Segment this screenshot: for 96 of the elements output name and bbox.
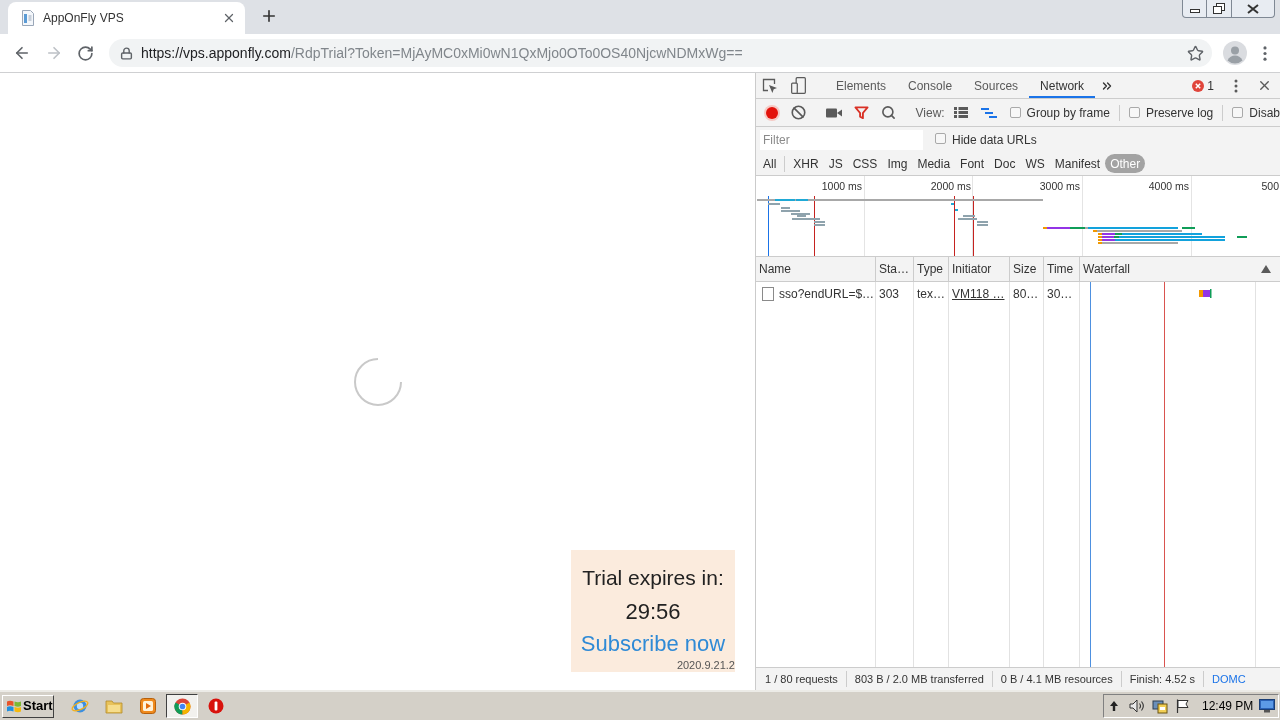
status-text: Finish: 4.52 s (1128, 671, 1197, 687)
avatar-icon[interactable] (1223, 41, 1247, 65)
error-icon[interactable] (1192, 79, 1205, 92)
type-filter[interactable]: Media (912, 154, 956, 173)
initiator-link[interactable]: VM118 … (952, 284, 1005, 303)
type-filter[interactable]: Doc (989, 154, 1021, 173)
devtools-tab[interactable]: Console (897, 73, 964, 98)
checkbox[interactable] (1009, 107, 1021, 118)
show-desktop-icon[interactable] (1259, 699, 1275, 713)
document-icon (762, 286, 774, 301)
option-label[interactable]: Preserve log (1145, 103, 1214, 122)
column-header[interactable]: Sta… (876, 257, 914, 281)
devtools-tab[interactable]: Sources (963, 73, 1030, 98)
request-bar (1199, 289, 1212, 298)
list-view-icon[interactable] (954, 107, 969, 118)
option-label[interactable]: Group by frame (1026, 103, 1110, 122)
new-tab-icon[interactable] (260, 7, 278, 25)
status-text: 803 B / 2.0 MB transferred (853, 671, 985, 687)
search-icon[interactable] (881, 105, 897, 120)
filter-icon[interactable] (854, 105, 870, 120)
view-label: View: (915, 104, 945, 122)
windows-flag-icon (6, 699, 22, 713)
status-text: DOMC (1211, 671, 1247, 687)
inspect-icon[interactable] (762, 77, 778, 94)
type-filter[interactable]: JS (823, 154, 848, 173)
status-text: 0 B / 4.1 MB resources (999, 671, 1114, 687)
type-filter[interactable]: WS (1020, 154, 1050, 173)
browser-icon[interactable] (173, 697, 191, 715)
countdown-text: 29:56 (625, 598, 681, 626)
error-count[interactable]: 1 (1207, 76, 1214, 95)
tick-label: 3000 ms (1039, 180, 1080, 192)
table-cell: 80… (1010, 282, 1044, 305)
page-icon (20, 10, 36, 26)
close-tab-icon[interactable] (222, 11, 236, 25)
media-player-icon[interactable] (140, 698, 156, 714)
trial-label: Trial expires in: (582, 565, 724, 591)
reload-icon[interactable] (77, 44, 94, 62)
tick-label: 2000 ms (930, 180, 971, 192)
type-filter[interactable]: Img (882, 154, 913, 173)
checkbox[interactable] (1128, 107, 1140, 118)
sort-icon (1261, 265, 1271, 273)
column-header[interactable]: Size (1010, 257, 1044, 281)
action-center-flag-icon[interactable] (1176, 699, 1190, 713)
speaker-icon[interactable] (1129, 699, 1145, 713)
browser-tab[interactable]: AppOnFly VPS (8, 2, 245, 34)
record-icon[interactable] (763, 104, 780, 121)
address-field[interactable]: https://vps.apponfly.com/RdpTrial?Token=MjAyMC0xMi0wN1QxMjo0OTo0OS40NjcwNDMxWg== (109, 39, 1212, 67)
taskbar-app-button[interactable] (166, 694, 198, 718)
waterfall-icon[interactable] (980, 107, 997, 118)
status-text: 1 / 80 requests (764, 671, 839, 687)
network-icon[interactable] (1152, 698, 1168, 714)
device-icon[interactable] (790, 77, 806, 94)
more-options-icon[interactable] (1234, 78, 1238, 93)
stop-icon[interactable] (208, 698, 224, 714)
start-button[interactable]: Start (2, 694, 54, 718)
type-filter[interactable]: XHR (788, 154, 824, 173)
tick-label: 4000 ms (1148, 180, 1189, 192)
minimize-icon (1189, 9, 1200, 13)
type-filter[interactable]: Manifest (1049, 154, 1106, 173)
type-filter[interactable]: Font (955, 154, 990, 173)
restore-icon (1213, 3, 1225, 14)
close-icon (1247, 3, 1259, 14)
request-name[interactable]: sso?endURL=$… (779, 284, 875, 303)
timing-marker-line (954, 196, 955, 256)
type-filter[interactable]: All (758, 154, 782, 173)
table-cell: 30… (1044, 282, 1080, 305)
video-camera-icon[interactable] (826, 107, 843, 118)
url-text: https://vps.apponfly.com/RdpTrial?Token=MjAyMC0xMi0wN1QxMjo0OTo0OS40NjcwNDMxWg== (141, 43, 743, 63)
column-header[interactable]: Name (756, 257, 876, 281)
bookmark-star-icon[interactable] (1187, 44, 1204, 62)
option-label[interactable]: Hide data URLs (952, 130, 1037, 149)
checkbox[interactable] (1232, 107, 1244, 118)
menu-icon[interactable] (1263, 45, 1267, 61)
column-header[interactable]: Time (1044, 257, 1080, 281)
table-cell: tex… (914, 282, 949, 305)
timing-marker-line (768, 196, 769, 256)
show-hidden-icons-icon[interactable] (1110, 701, 1118, 711)
minimize-button[interactable] (1182, 0, 1207, 18)
tick-label: 500 (1261, 180, 1279, 192)
clear-icon[interactable] (791, 105, 807, 120)
lock-icon (120, 46, 133, 60)
version-text: 2020.9.21.2 (676, 659, 735, 672)
type-filter[interactable]: CSS (847, 154, 883, 173)
devtools-tab[interactable]: Elements (825, 73, 898, 98)
table-cell: 303 (876, 282, 914, 305)
checkbox[interactable] (935, 132, 946, 144)
back-icon[interactable] (13, 44, 31, 62)
restore-button[interactable] (1207, 0, 1232, 18)
column-header[interactable]: Type (914, 257, 949, 281)
column-header[interactable]: Initiator (949, 257, 1010, 281)
timing-marker-line (973, 196, 974, 256)
tick-label: 1000 ms (821, 180, 862, 192)
filter-field[interactable]: Filter (760, 129, 923, 150)
option-label[interactable]: Disab (1249, 103, 1280, 122)
column-header[interactable]: Waterfall (1080, 257, 1280, 281)
close-window-button[interactable] (1232, 0, 1275, 18)
